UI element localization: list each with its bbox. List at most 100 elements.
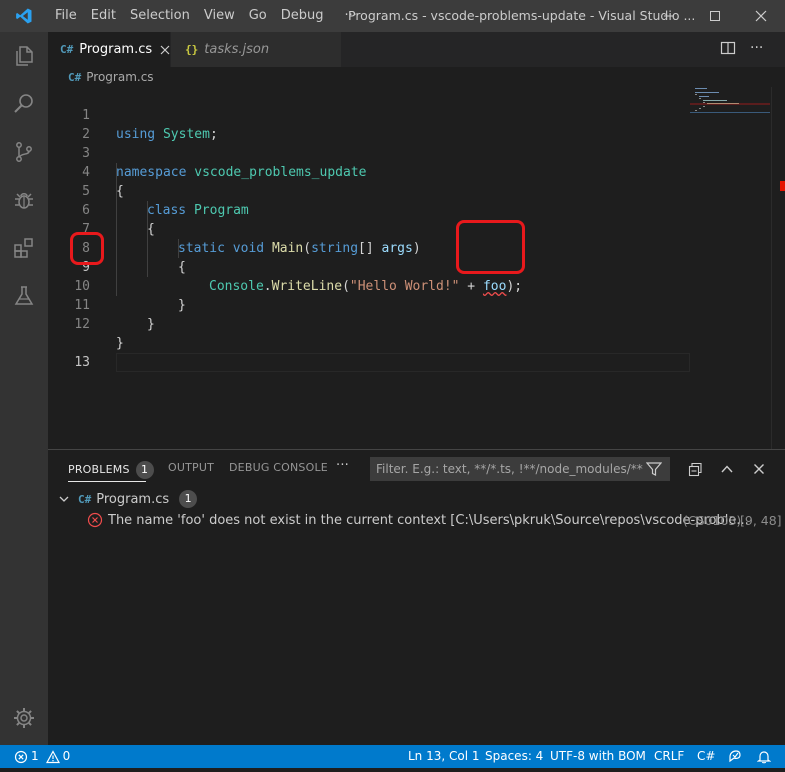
feedback-icon (729, 750, 741, 763)
editor-scrollbar[interactable] (771, 87, 785, 449)
vscode-logo-icon (0, 0, 48, 32)
error-marker (780, 181, 785, 191)
manage-button[interactable] (0, 694, 48, 742)
code-line: 12 } (48, 296, 688, 351)
problem-code: (CS0103) (683, 512, 742, 528)
testing-button[interactable] (0, 272, 48, 320)
code-line: 4 { (48, 144, 688, 199)
code-editor[interactable]: 1 using System; 2 3 namespace vscode_pro… (48, 87, 690, 449)
split-editor-icon (720, 41, 736, 55)
csharp-file-icon: C# (78, 492, 92, 506)
indentation[interactable]: Spaces: 4 (485, 745, 543, 768)
tab-output[interactable]: OUTPUT (168, 461, 214, 474)
chevron-up-icon (721, 465, 733, 473)
notifications-button[interactable] (756, 749, 772, 772)
breadcrumb: C# Program.cs (48, 67, 785, 87)
tab-label: tasks.json (204, 42, 270, 57)
split-editor-button[interactable] (720, 40, 736, 60)
error-icon (14, 750, 28, 763)
cursor-position[interactable]: Ln 13, Col 1 (408, 745, 480, 768)
problems-file-name: Program.cs (96, 491, 170, 507)
problem-item[interactable]: The name 'foo' does not exist in the cur… (48, 509, 785, 531)
extensions-button[interactable] (0, 224, 48, 272)
code-line: 6 { (48, 182, 688, 237)
menu-file[interactable]: File (48, 0, 84, 32)
files-icon (16, 46, 33, 66)
source-control-icon (16, 142, 32, 162)
panel-more-button[interactable]: ··· (336, 458, 349, 473)
line-number: 13 (74, 355, 90, 370)
line-endings[interactable]: CRLF (654, 745, 684, 768)
chevron-down-icon (59, 496, 69, 502)
problems-count-badge: 1 (135, 461, 154, 479)
close-panel-button[interactable] (749, 459, 769, 479)
annotation-line-number (70, 232, 104, 265)
problem-message: The name 'foo' does not exist in the cur… (108, 512, 749, 528)
activity-bar (0, 32, 48, 745)
menu-debug[interactable]: Debug (274, 0, 331, 32)
search-icon (14, 94, 33, 113)
code-line: 2 (48, 106, 688, 142)
code-line: 8 { (48, 220, 688, 275)
bottom-panel: PROBLEMS 1 OUTPUT DEBUG CONSOLE ··· Filte… (48, 449, 785, 746)
warning-icon (45, 749, 60, 763)
csharp-file-icon: C# (60, 43, 74, 56)
annotation-error-token (456, 220, 525, 274)
error-icon (87, 512, 103, 528)
menu-view[interactable]: View (197, 0, 242, 32)
close-tab-icon[interactable] (160, 45, 170, 55)
editor-tabs: C# Program.cs {} tasks.json ··· (48, 32, 785, 67)
gear-icon (14, 708, 34, 728)
current-line-highlight (116, 353, 690, 372)
tab-tasks-json[interactable]: {} tasks.json (170, 32, 341, 67)
code-line: 3 namespace vscode_problems_update (48, 125, 688, 180)
explorer-button[interactable] (0, 32, 48, 80)
breadcrumb-file[interactable]: Program.cs (86, 70, 153, 84)
json-file-icon: {} (185, 43, 199, 56)
extensions-icon (14, 238, 33, 258)
tab-debug-console[interactable]: DEBUG CONSOLE (229, 461, 328, 474)
problems-file-group[interactable]: C# Program.cs 1 (58, 488, 198, 510)
problems-filter-input[interactable]: Filter. E.g.: text, **/*.ts, !**/node_mo… (370, 457, 670, 481)
filter-icon[interactable] (646, 461, 662, 477)
maximize-panel-button[interactable] (717, 459, 737, 479)
file-encoding[interactable]: UTF-8 with BOM (550, 745, 646, 768)
tab-program-cs[interactable]: C# Program.cs (48, 32, 170, 67)
code-line: 10 } (48, 258, 688, 313)
code-line: 1 using System; (48, 87, 688, 142)
collapse-all-icon (688, 462, 702, 477)
search-button[interactable] (0, 80, 48, 128)
status-bar: 1 0 Ln 13, Col 1 Spaces: 4 UTF-8 with BO… (0, 745, 785, 768)
code-line: 7 static void Main(string[] args) (48, 201, 688, 256)
minimize-button[interactable] (646, 0, 692, 32)
code-line-error: 9 Console.WriteLine("Hello World!" + foo… (48, 239, 688, 294)
menu-edit[interactable]: Edit (84, 0, 123, 32)
close-window-button[interactable] (738, 0, 784, 32)
bug-icon (15, 193, 33, 209)
feedback-button[interactable] (727, 749, 742, 772)
filter-placeholder: Filter. E.g.: text, **/*.ts, !**/node_mo… (376, 462, 643, 476)
source-control-button[interactable] (0, 128, 48, 176)
error-count: 1 (31, 749, 39, 763)
minimize-icon (664, 15, 674, 17)
close-icon (755, 10, 767, 22)
code-line: 5 class Program (48, 163, 688, 218)
more-actions-button[interactable]: ··· (750, 40, 763, 56)
menu-go[interactable]: Go (242, 0, 274, 32)
active-tab-indicator (68, 481, 146, 482)
window-title: Program.cs - vscode-problems-update - Vi… (348, 8, 696, 23)
code-line: 11 } (48, 277, 688, 332)
debug-button[interactable] (0, 176, 48, 224)
collapse-all-button[interactable] (685, 459, 705, 479)
language-mode[interactable]: C# (697, 745, 715, 768)
minimap[interactable] (690, 87, 770, 449)
bell-icon (756, 751, 772, 764)
problems-status[interactable]: 1 0 (14, 745, 70, 768)
title-bar: File Edit Selection View Go Debug ··· Pr… (0, 0, 785, 32)
maximize-button[interactable] (692, 0, 738, 32)
problem-position: [9, 48] (740, 512, 782, 528)
file-problem-count: 1 (179, 490, 198, 508)
tab-problems[interactable]: PROBLEMS 1 (68, 461, 154, 479)
tab-label: Program.cs (79, 42, 153, 57)
menu-selection[interactable]: Selection (123, 0, 197, 32)
